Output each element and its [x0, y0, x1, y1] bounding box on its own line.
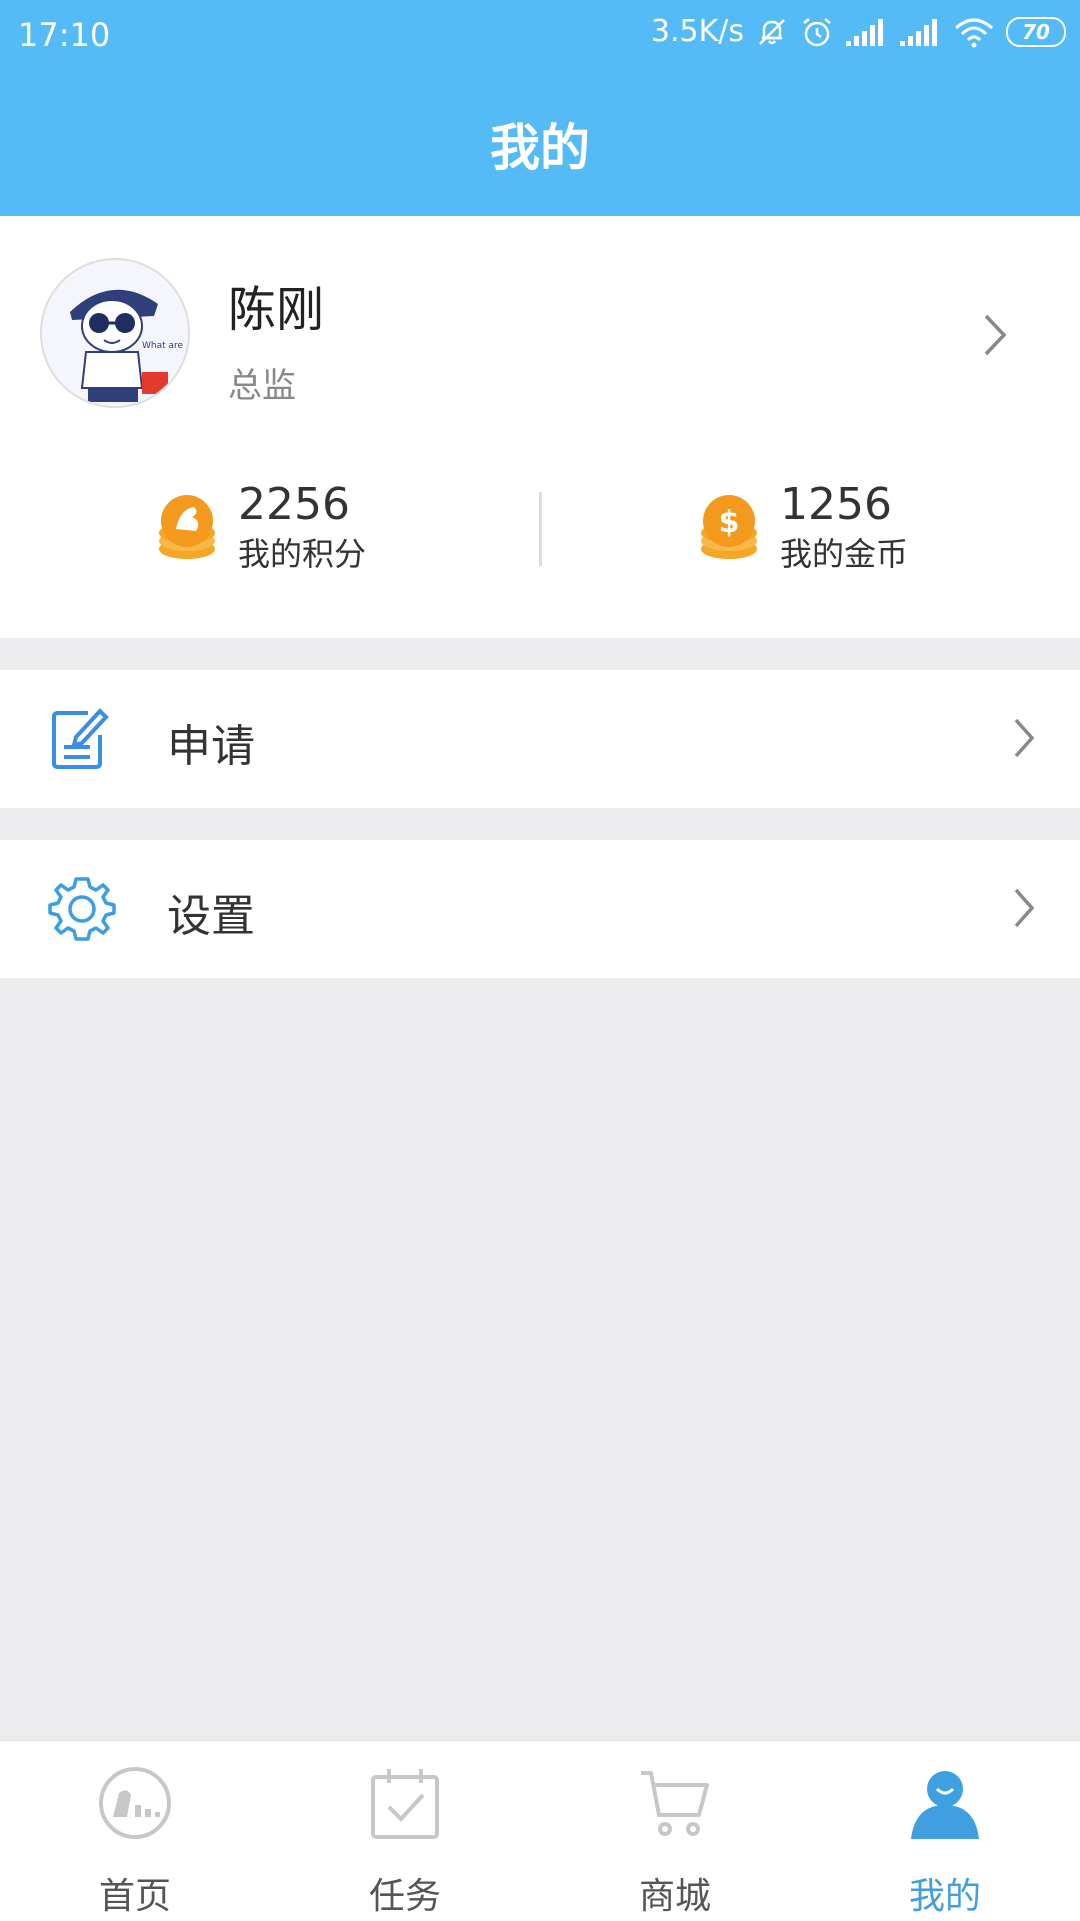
wifi-icon: [955, 18, 993, 47]
gear-icon: [48, 877, 116, 941]
bell-off-icon: [759, 18, 785, 45]
points-coin-icon: [159, 495, 215, 559]
gold-coin-icon: $: [701, 495, 757, 559]
tab-mine[interactable]: 我的: [810, 1741, 1080, 1921]
points-value: 2256: [238, 479, 350, 530]
signal-icon: [846, 18, 883, 46]
alarm-icon: [803, 17, 831, 46]
tab-tasks[interactable]: 任务: [270, 1741, 540, 1921]
status-icons: 3.5K/s 70: [651, 14, 1066, 49]
user-role: 总监: [228, 366, 296, 406]
menu-item-label: 设置: [167, 891, 255, 942]
svg-text:$: $: [719, 505, 740, 540]
profile-card[interactable]: What are 陈刚 总监 2256 我的积分 $ 1256 我的金币: [0, 216, 1080, 638]
tab-label: 我的: [908, 1876, 981, 1917]
chevron-right-icon: [1014, 888, 1035, 928]
signal-icon: [900, 18, 937, 46]
points-stat[interactable]: 2256 我的积分: [156, 478, 366, 576]
avatar[interactable]: What are: [40, 258, 190, 408]
battery-level: 70: [1022, 19, 1050, 44]
tab-mall[interactable]: 商城: [540, 1741, 810, 1921]
edit-document-icon: [52, 708, 109, 769]
user-icon: [911, 1771, 979, 1839]
menu-item-label: 申请: [167, 721, 255, 772]
battery-indicator: 70: [1006, 16, 1066, 47]
svg-text:What are: What are: [142, 341, 184, 351]
bottom-tab-bar: 首页 任务 商城 我的: [0, 1740, 1080, 1921]
coins-value: 1256: [780, 479, 892, 530]
page-title: 我的: [490, 119, 590, 177]
tab-label: 任务: [368, 1876, 441, 1917]
menu-item-settings[interactable]: 设置: [0, 840, 1080, 978]
tab-home[interactable]: 首页: [0, 1741, 270, 1921]
points-label: 我的积分: [238, 535, 367, 573]
tab-label: 商城: [638, 1876, 711, 1917]
coins-stat[interactable]: $ 1256 我的金币: [698, 478, 908, 576]
cart-icon: [641, 1771, 709, 1836]
status-time: 17:10: [18, 16, 111, 54]
chevron-right-icon: [1014, 718, 1035, 758]
user-name: 陈刚: [228, 282, 325, 338]
coins-label: 我的金币: [780, 535, 909, 573]
chevron-right-icon[interactable]: [982, 312, 1008, 358]
tab-label: 首页: [98, 1876, 171, 1917]
avatar-image: What are: [42, 260, 188, 406]
task-calendar-icon: [371, 1769, 439, 1839]
status-bar: 17:10 3.5K/s 70: [0, 0, 1080, 72]
page-header: 我的: [0, 72, 1080, 216]
menu-item-apply[interactable]: 申请: [0, 670, 1080, 808]
stat-divider: [539, 492, 542, 566]
home-icon: [99, 1767, 171, 1839]
network-speed: 3.5K/s: [650, 14, 744, 49]
